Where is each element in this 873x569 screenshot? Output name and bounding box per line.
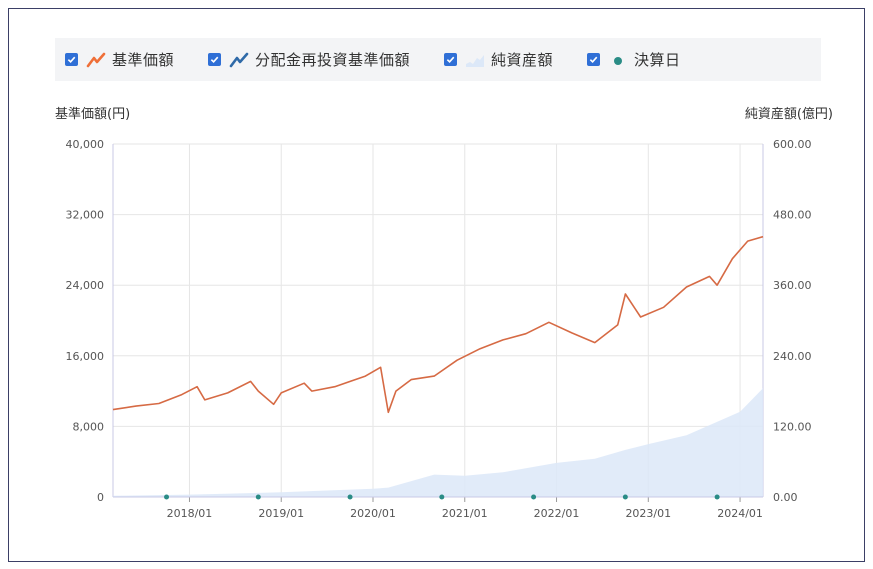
y-right-tick-label: 0.00 xyxy=(773,491,798,504)
x-tick-label: 2018/01 xyxy=(167,507,213,520)
x-tick-label: 2021/01 xyxy=(442,507,488,520)
series-line-nav xyxy=(112,235,764,414)
settlement-date-marker xyxy=(255,494,261,500)
settlement-date-marker xyxy=(714,494,720,500)
y-right-tick-label: 480.00 xyxy=(773,209,812,222)
x-tick-label: 2019/01 xyxy=(258,507,304,520)
settlement-date-marker xyxy=(164,494,170,500)
x-tick-label: 2020/01 xyxy=(350,507,396,520)
x-tick-label: 2022/01 xyxy=(534,507,580,520)
y-left-tick-label: 8,000 xyxy=(73,420,105,433)
y-left-tick-label: 24,000 xyxy=(66,279,105,292)
y-right-tick-label: 120.00 xyxy=(773,420,812,433)
y-left-tick-label: 32,000 xyxy=(66,209,105,222)
y-right-tick-label: 360.00 xyxy=(773,279,812,292)
settlement-date-marker xyxy=(531,494,537,500)
settlement-date-marker xyxy=(439,494,445,500)
y-right-tick-label: 600.00 xyxy=(773,138,812,151)
y-left-tick-label: 16,000 xyxy=(66,350,105,363)
settlement-date-marker xyxy=(622,494,628,500)
x-tick-label: 2024/01 xyxy=(717,507,763,520)
y-left-tick-label: 0 xyxy=(97,491,104,504)
settlement-date-marker xyxy=(347,494,353,500)
y-left-tick-label: 40,000 xyxy=(66,138,105,151)
x-tick-label: 2023/01 xyxy=(625,507,671,520)
series-area-net-assets xyxy=(113,388,763,497)
chart-plot: 40,000 32,000 24,000 16,000 8,000 0 600.00 480.… xyxy=(66,138,812,520)
y-right-tick-label: 240.00 xyxy=(773,350,812,363)
